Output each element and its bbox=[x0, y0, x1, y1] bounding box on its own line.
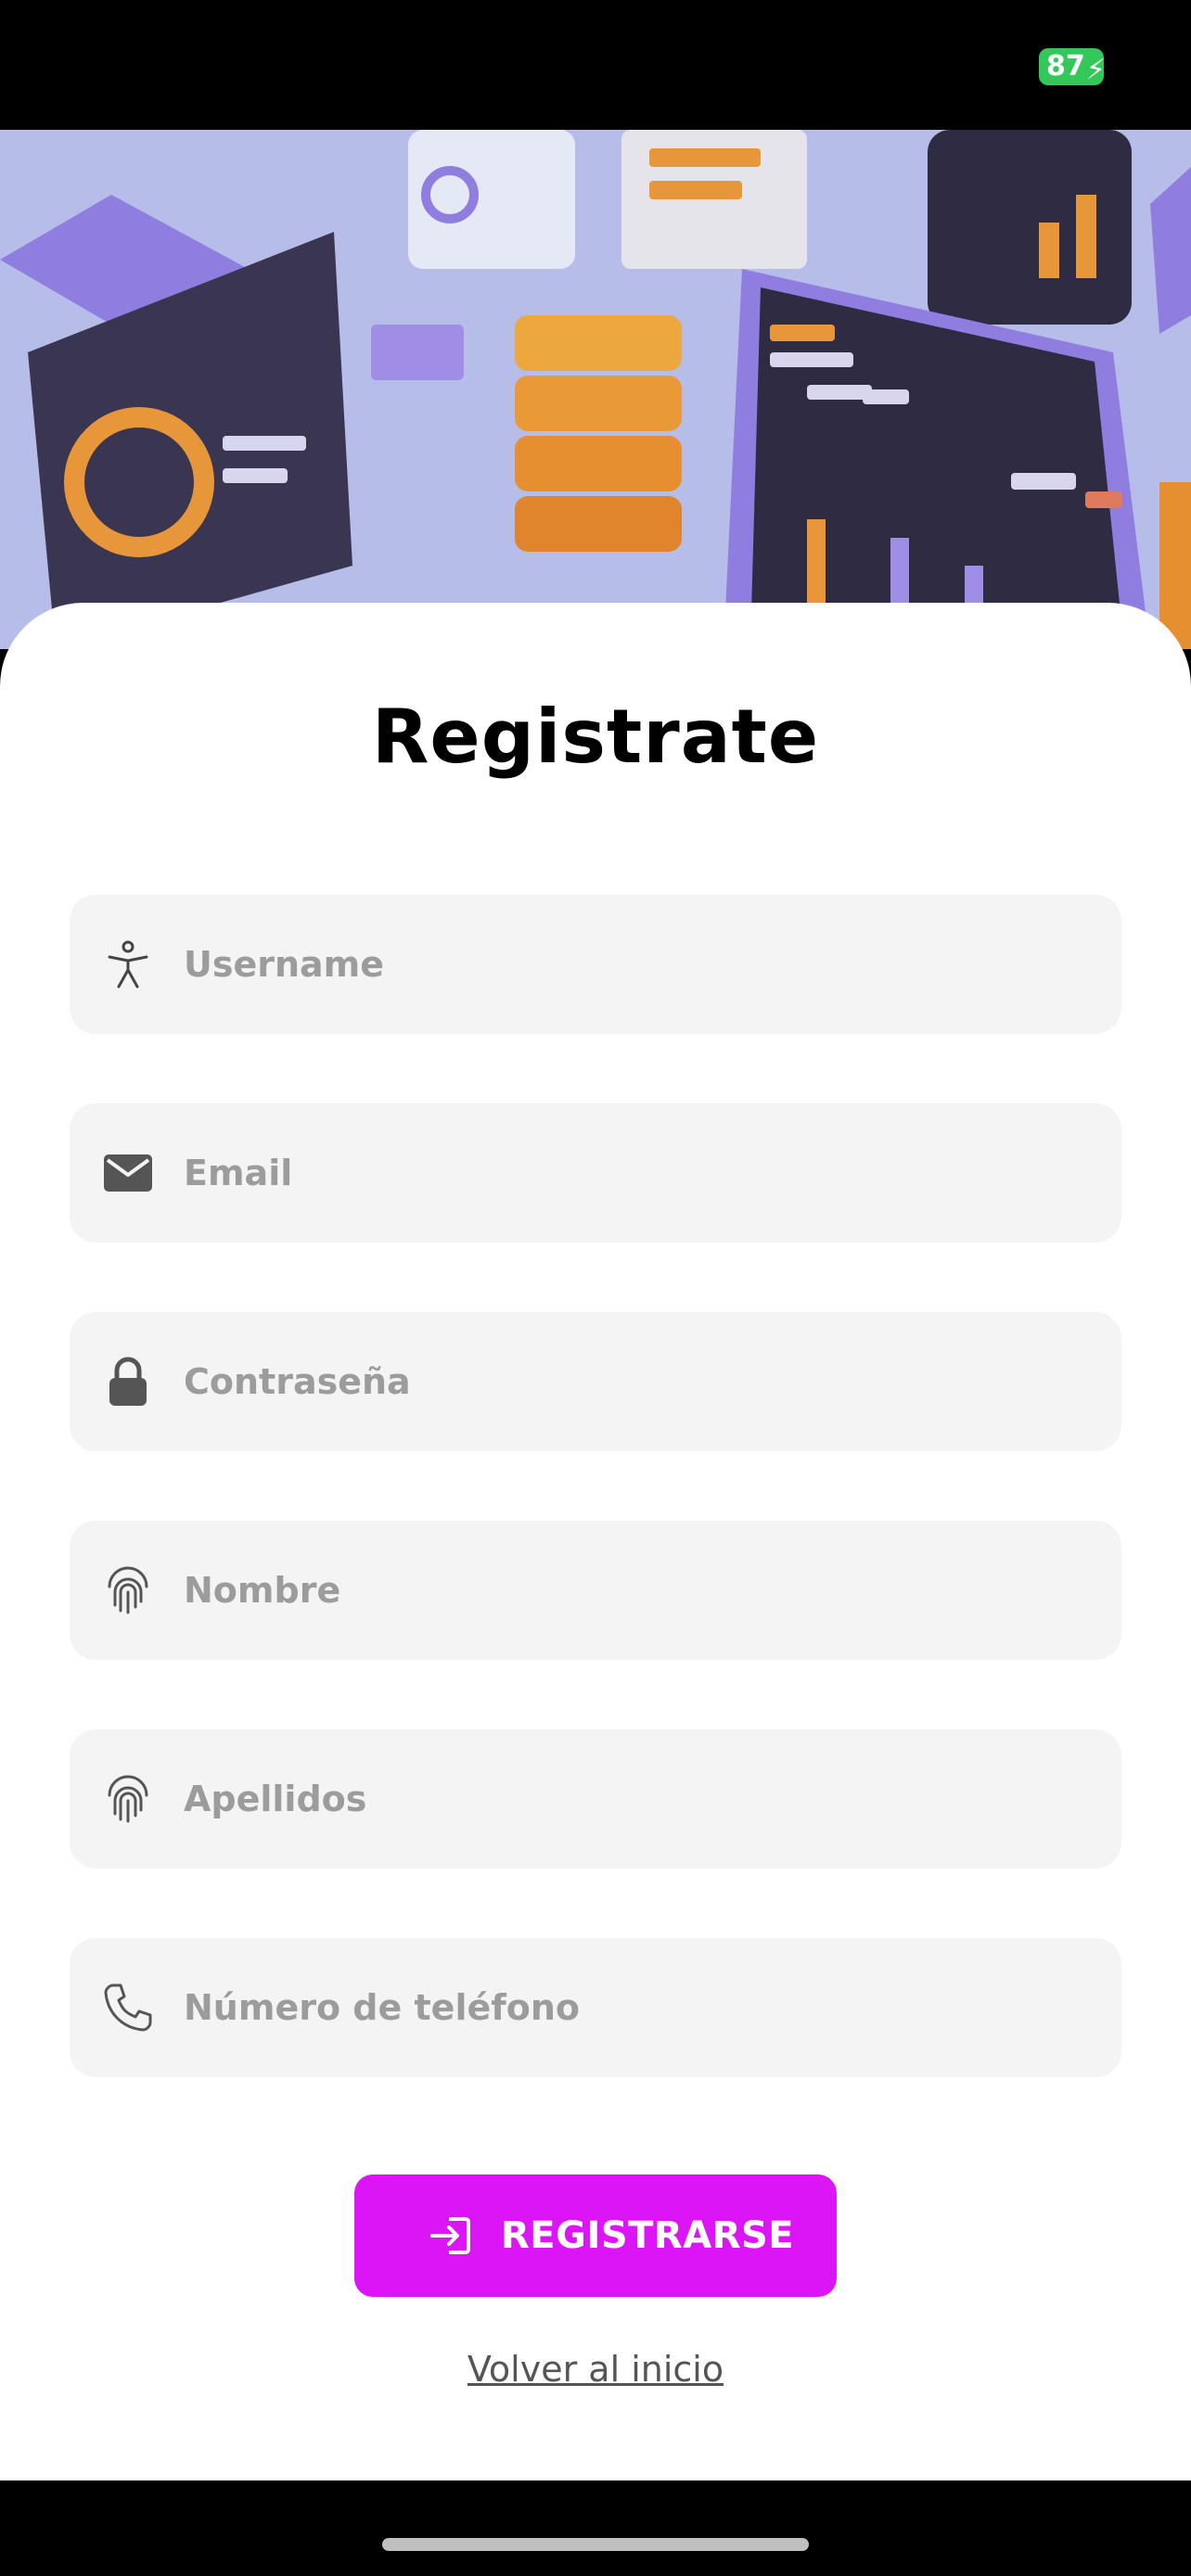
battery-indicator: 87 ⚡ bbox=[1039, 48, 1106, 86]
password-placeholder: Contraseña bbox=[184, 1361, 411, 1402]
first-name-placeholder: Nombre bbox=[184, 1570, 341, 1611]
page-title: Registrate bbox=[371, 694, 820, 780]
status-bar: 87 ⚡ bbox=[0, 0, 1191, 130]
username-field[interactable]: Username bbox=[70, 895, 1121, 1034]
fingerprint-icon bbox=[108, 1566, 148, 1614]
last-name-field[interactable]: Apellidos bbox=[70, 1729, 1121, 1868]
password-field[interactable]: Contraseña bbox=[70, 1312, 1121, 1451]
register-button-label: REGISTRARSE bbox=[501, 2214, 795, 2257]
phone-icon bbox=[104, 1983, 152, 2032]
hero-illustration bbox=[0, 130, 1191, 649]
accessibility-person-icon bbox=[108, 940, 148, 988]
first-name-field[interactable]: Nombre bbox=[70, 1521, 1121, 1660]
home-indicator[interactable] bbox=[382, 2538, 809, 2551]
battery-level: 87 bbox=[1046, 50, 1085, 83]
last-name-placeholder: Apellidos bbox=[184, 1779, 367, 1819]
registration-card: Registrate Username Email Contraseña Nom… bbox=[0, 603, 1191, 2480]
phone-field[interactable]: Número de teléfono bbox=[70, 1938, 1121, 2077]
register-button[interactable]: REGISTRARSE bbox=[354, 2174, 837, 2297]
envelope-icon bbox=[104, 1154, 152, 1192]
phone-placeholder: Número de teléfono bbox=[184, 1987, 581, 2028]
email-field[interactable]: Email bbox=[70, 1103, 1121, 1243]
username-placeholder: Username bbox=[184, 944, 385, 985]
sign-in-icon bbox=[430, 2217, 470, 2254]
charging-bolt-icon: ⚡ bbox=[1085, 54, 1106, 86]
fingerprint-icon bbox=[108, 1775, 148, 1823]
back-to-home-link[interactable]: Volver al inicio bbox=[0, 2349, 1191, 2390]
lock-icon bbox=[109, 1357, 147, 1406]
email-placeholder: Email bbox=[184, 1153, 293, 1193]
